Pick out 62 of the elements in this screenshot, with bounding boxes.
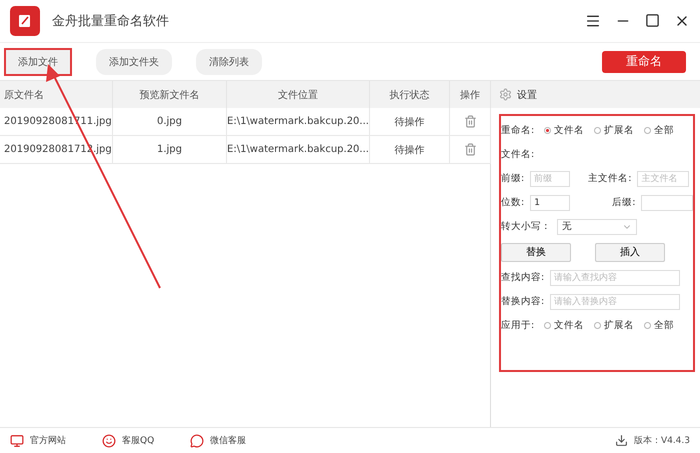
radio-dot-icon[interactable]: [644, 322, 652, 329]
column-header: 文件位置: [227, 81, 370, 108]
field-label: 后缀:: [612, 196, 636, 209]
panel-title: 设置: [517, 88, 537, 102]
delete-icon[interactable]: [464, 115, 476, 128]
input-field[interactable]: 请输入替换内容: [550, 294, 680, 310]
field-label: 位数:: [501, 196, 524, 209]
footer-link[interactable]: 官方网站: [10, 434, 66, 448]
field-label: 主文件名:: [588, 172, 632, 185]
input-field[interactable]: [641, 194, 694, 210]
field-label: 前缀:: [501, 172, 524, 185]
radio-option[interactable]: 全部: [644, 319, 674, 332]
radio-dot-icon[interactable]: [594, 322, 602, 329]
field-label: 应用于:: [501, 319, 534, 332]
table-cell: E:\1\watermark.bakcup.20...: [227, 108, 370, 136]
footer-link[interactable]: 微信客服: [190, 434, 246, 448]
input-field[interactable]: 主文件名: [637, 170, 690, 186]
column-header: 执行状态: [370, 81, 450, 108]
column-header: 操作: [450, 81, 491, 108]
version-label: 版本：V4.4.3: [634, 434, 690, 447]
radio-option[interactable]: 扩展名: [594, 124, 634, 137]
action-button[interactable]: 替换: [501, 242, 571, 262]
radio-dot-icon[interactable]: [544, 322, 552, 329]
radio-option[interactable]: 扩展名: [594, 319, 634, 332]
monitor-icon: [10, 434, 24, 448]
toolbar-button[interactable]: 添加文件夹: [96, 48, 172, 74]
case-dropdown[interactable]: 无: [557, 218, 637, 234]
field-label: 替换内容:: [501, 295, 544, 308]
input-field[interactable]: 请输入查找内容: [550, 270, 680, 286]
table-cell: 0.jpg: [113, 108, 227, 136]
radio-option[interactable]: 全部: [644, 124, 674, 137]
column-header: 预览新文件名: [113, 81, 227, 108]
radio-option[interactable]: 文件名: [544, 124, 584, 137]
settings-icon: [499, 88, 512, 101]
table-cell: 1.jpg: [113, 136, 227, 164]
maximize-icon[interactable]: [645, 13, 660, 28]
radio-dot-icon[interactable]: [594, 127, 602, 134]
delete-icon[interactable]: [464, 143, 476, 156]
action-button[interactable]: 插入: [595, 242, 665, 262]
field-label: 重命名:: [501, 124, 534, 137]
radio-option[interactable]: 文件名: [544, 319, 584, 332]
window-title: 金舟批量重命名软件: [52, 13, 170, 30]
chat-bubble-icon: [190, 434, 204, 448]
field-label: 查找内容:: [501, 271, 544, 284]
footer-link[interactable]: 客服QQ: [102, 434, 154, 448]
toolbar-button[interactable]: 清除列表: [196, 48, 262, 74]
table-cell: 待操作: [370, 136, 450, 164]
radio-dot-icon[interactable]: [644, 127, 652, 134]
app-logo-icon: [10, 6, 40, 36]
toolbar-button[interactable]: 添加文件: [4, 48, 72, 76]
table-cell: E:\1\watermark.bakcup.20...: [227, 136, 370, 164]
rename-button[interactable]: 重命名: [602, 50, 686, 72]
field-label: 文件名:: [501, 148, 534, 161]
table-cell: 待操作: [370, 108, 450, 136]
smiley-icon: [102, 434, 116, 448]
menu-icon[interactable]: [585, 13, 601, 29]
input-field[interactable]: 前缀: [530, 170, 570, 186]
download-icon: [614, 434, 628, 447]
input-field[interactable]: 1: [530, 194, 570, 210]
column-header: 原文件名: [0, 81, 113, 108]
field-label: 转大小写：: [501, 220, 551, 233]
radio-dot-icon[interactable]: [544, 127, 552, 134]
